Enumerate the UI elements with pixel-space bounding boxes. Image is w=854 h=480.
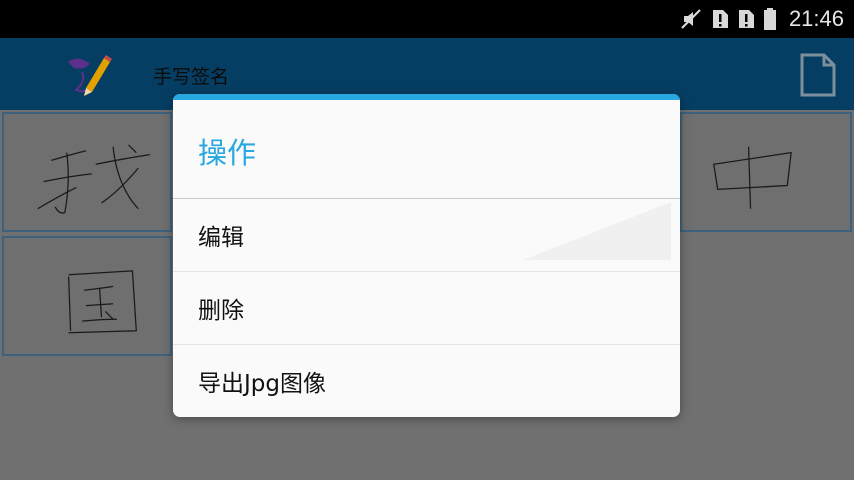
battery-icon bbox=[763, 7, 777, 31]
status-bar: 21:46 bbox=[0, 0, 854, 38]
action-dialog: 操作 编辑 删除 导出Jpg图像 bbox=[173, 94, 680, 417]
dialog-accent-bar bbox=[173, 94, 680, 100]
signature-pen-icon bbox=[62, 52, 112, 100]
signature-drawing bbox=[713, 146, 792, 209]
menu-item-edit[interactable]: 编辑 bbox=[173, 199, 680, 271]
menu-item-label: 删除 bbox=[198, 298, 244, 324]
signature-drawing bbox=[68, 270, 137, 334]
menu-item-label: 导出Jpg图像 bbox=[198, 371, 326, 397]
alert-sim-icon bbox=[711, 8, 729, 30]
menu-item-export-jpg[interactable]: 导出Jpg图像 bbox=[173, 345, 680, 417]
new-file-icon[interactable] bbox=[798, 52, 838, 98]
clock: 21:46 bbox=[788, 6, 844, 31]
muted-icon bbox=[679, 7, 703, 31]
signature-cell-wo[interactable] bbox=[2, 112, 172, 232]
menu-item-label: 编辑 bbox=[198, 225, 244, 251]
alert-sim-icon bbox=[737, 8, 755, 30]
signature-cell-guo[interactable] bbox=[2, 236, 172, 356]
menu-item-delete[interactable]: 删除 bbox=[173, 272, 680, 344]
dialog-title: 操作 bbox=[198, 136, 257, 170]
signature-cell-zhong[interactable] bbox=[680, 112, 852, 232]
screen: 21:46 手写签名 操作 编辑 删除 导出Jpg图像 bbox=[0, 0, 854, 480]
signature-drawing bbox=[37, 144, 150, 214]
app-title: 手写签名 bbox=[153, 66, 230, 88]
